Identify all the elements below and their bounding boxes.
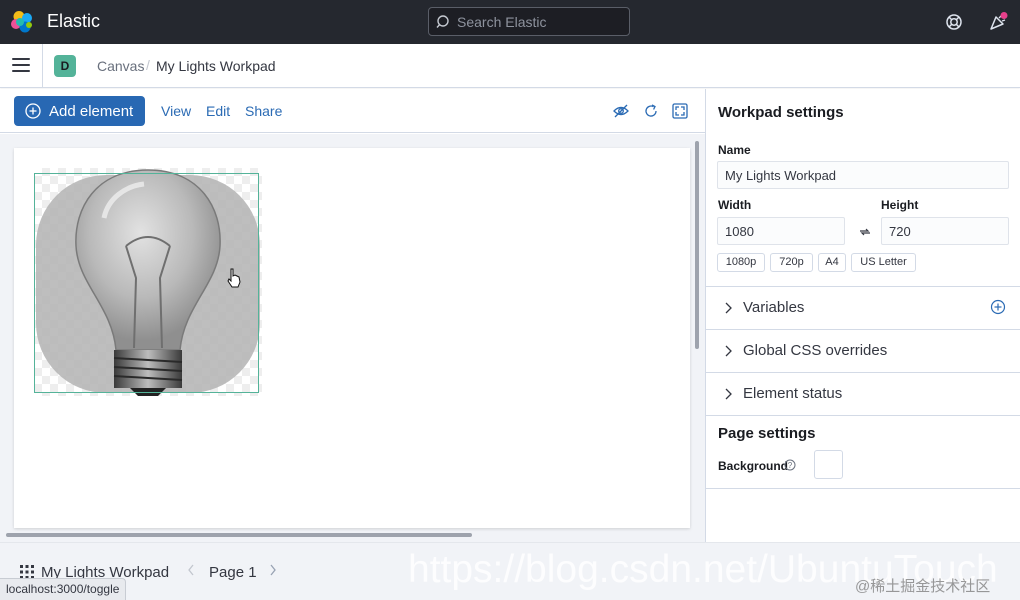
vertical-scrollbar[interactable] (695, 141, 699, 349)
refresh-icon[interactable] (642, 102, 660, 120)
height-label: Height (881, 198, 919, 212)
hand-cursor-icon (227, 268, 241, 288)
apps-grid-icon[interactable] (20, 565, 34, 579)
page-manager-bar: My Lights Workpad Page 1 https://blog.cs… (0, 542, 1020, 600)
view-menu-link[interactable]: View (161, 103, 191, 119)
question-icon[interactable]: ? (784, 459, 796, 471)
element-status-label: Element status (743, 385, 843, 402)
breadcrumb-separator: / (146, 57, 150, 73)
space-avatar[interactable]: D (54, 55, 76, 77)
share-menu-link[interactable]: Share (245, 103, 282, 119)
horizontal-scrollbar[interactable] (6, 533, 472, 537)
menu-toggle-icon[interactable] (12, 58, 30, 74)
fullscreen-icon[interactable] (671, 102, 689, 120)
help-lifebuoy-icon[interactable] (944, 12, 964, 32)
sidebar-settings-panel: Workpad settings Name Width Height 1080p… (705, 89, 1020, 542)
background-color-swatch[interactable] (814, 450, 843, 479)
newsfeed-icon[interactable] (988, 12, 1008, 32)
search-input[interactable] (457, 12, 625, 32)
preset-1080p-button[interactable]: 1080p (717, 253, 765, 272)
plus-in-circle-icon (25, 103, 41, 119)
section-divider (706, 415, 1020, 416)
workpad-settings-title: Workpad settings (718, 104, 844, 121)
svg-text:?: ? (788, 461, 793, 470)
variables-label: Variables (743, 299, 805, 316)
brand-name: Elastic (47, 11, 101, 31)
breadcrumb-canvas[interactable]: Canvas (97, 58, 144, 74)
workpad-canvas-area (0, 134, 705, 542)
watermark-credit: @稀土掘金技术社区 (855, 578, 991, 595)
element-status-accordion[interactable]: Element status (706, 372, 1020, 415)
height-field[interactable] (881, 217, 1009, 245)
chevron-right-icon (725, 345, 732, 357)
page-settings-title: Page settings (718, 425, 816, 442)
eye-closed-icon[interactable] (612, 102, 630, 120)
chevron-right-icon (725, 388, 732, 400)
width-label: Width (718, 198, 752, 212)
breadcrumb-bar: D Canvas / My Lights Workpad (0, 44, 1020, 88)
add-variable-icon[interactable] (990, 299, 1006, 315)
header-divider (42, 44, 43, 88)
width-field[interactable] (717, 217, 845, 245)
background-label: Background (718, 459, 789, 473)
panel-divider (706, 488, 1020, 489)
preset-720p-button[interactable]: 720p (770, 253, 813, 272)
previous-page-icon[interactable] (186, 563, 196, 577)
global-header: Elastic (0, 0, 1020, 44)
elastic-logo-icon[interactable] (10, 10, 34, 34)
preset-us-letter-button[interactable]: US Letter (851, 253, 916, 272)
name-label: Name (718, 143, 751, 157)
workpad-name-field[interactable] (717, 161, 1009, 189)
global-css-accordion[interactable]: Global CSS overrides (706, 329, 1020, 372)
next-page-icon[interactable] (268, 563, 278, 577)
swap-dimensions-icon[interactable] (858, 225, 872, 239)
search-icon (436, 15, 449, 28)
add-element-button[interactable]: Add element (14, 96, 145, 126)
global-search[interactable] (428, 7, 630, 36)
add-element-label: Add element (49, 102, 134, 120)
variables-accordion[interactable]: Variables (706, 286, 1020, 329)
workpad-page[interactable] (14, 148, 690, 528)
edit-menu-link[interactable]: Edit (206, 103, 230, 119)
breadcrumb-current: My Lights Workpad (156, 58, 276, 74)
preset-a4-button[interactable]: A4 (818, 253, 846, 272)
page-indicator[interactable]: Page 1 (209, 564, 257, 581)
link-status-tooltip: localhost:3000/toggle (0, 578, 127, 600)
chevron-right-icon (725, 302, 732, 314)
global-css-label: Global CSS overrides (743, 342, 888, 359)
workpad-toolbar: Add element View Edit Share (0, 89, 705, 133)
